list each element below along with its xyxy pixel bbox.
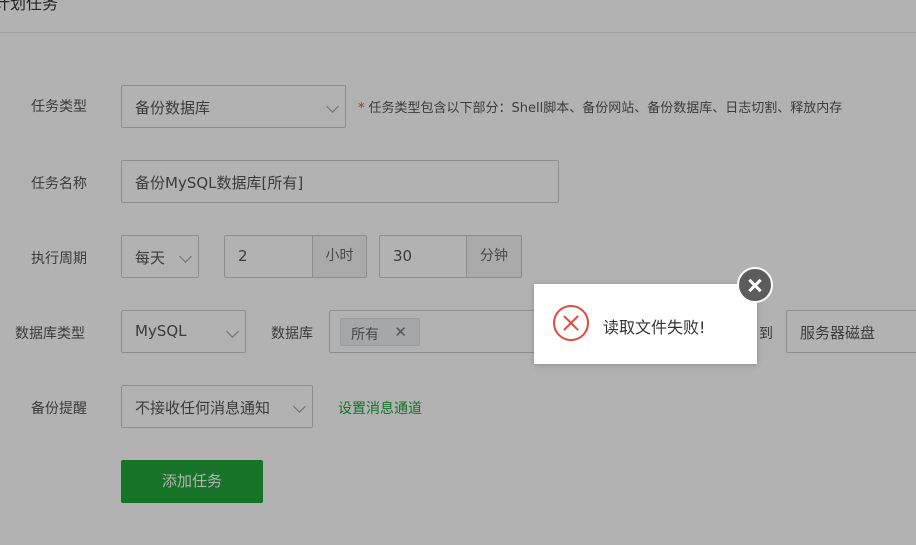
- close-icon[interactable]: [737, 267, 773, 303]
- toast-message: 读取文件失败!: [603, 318, 706, 337]
- modal-overlay: [0, 0, 916, 545]
- error-toast: 读取文件失败!: [534, 284, 757, 364]
- error-circle-icon: [553, 305, 589, 341]
